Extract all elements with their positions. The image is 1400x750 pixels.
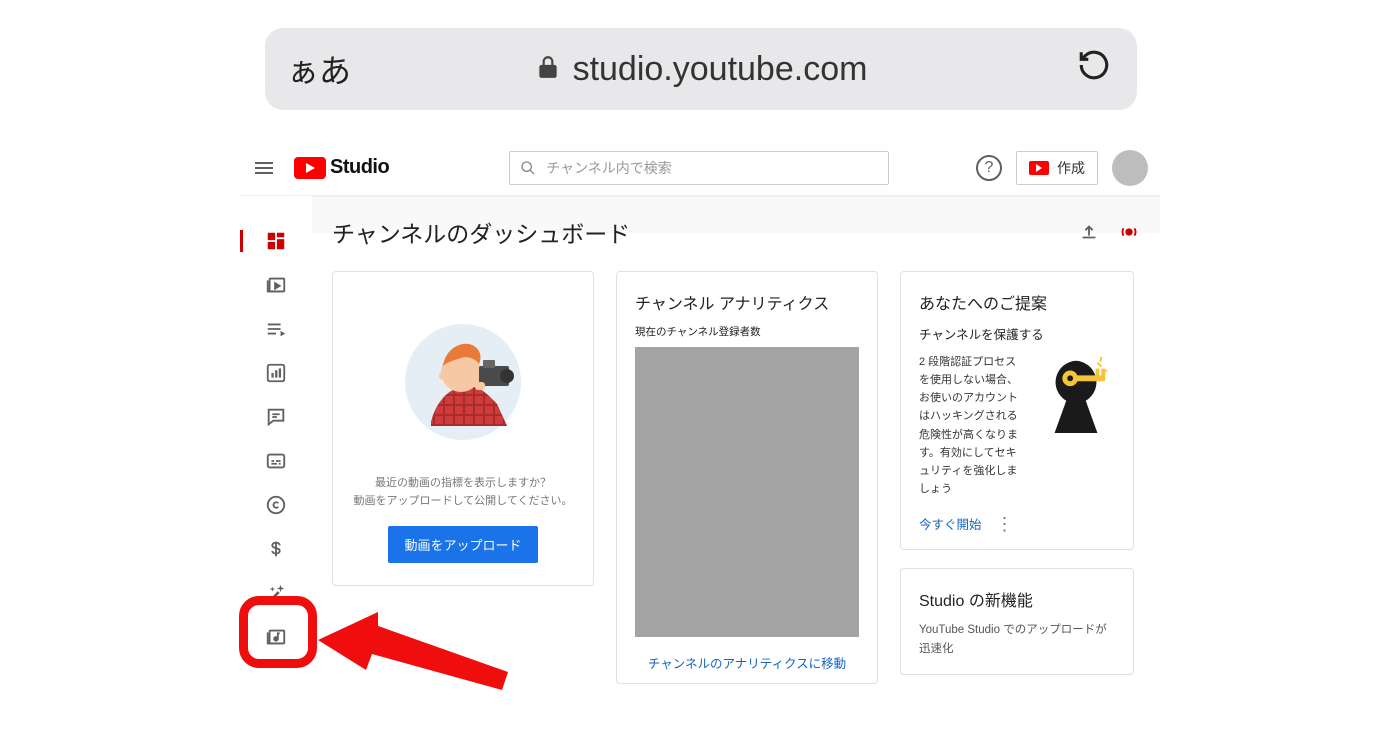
create-button[interactable]: 作成 xyxy=(1016,151,1098,185)
analytics-chart-placeholder xyxy=(635,347,859,637)
studio-brand-text: Studio xyxy=(330,156,389,179)
go-live-icon[interactable] xyxy=(1118,221,1140,243)
avatar[interactable] xyxy=(1112,150,1148,186)
main-content: チャンネルのダッシュボード xyxy=(312,196,1160,233)
upload-video-button[interactable]: 動画をアップロード xyxy=(388,526,537,563)
creator-illustration xyxy=(351,294,575,459)
browser-url: studio.youtube.com xyxy=(573,50,868,89)
tip-start-link[interactable]: 今すぐ開始 xyxy=(919,514,982,533)
more-options-icon[interactable]: ⋮ xyxy=(996,515,1014,533)
tip-description: 2 段階認証プロセスを使用しない場合、お使いのアカウントはハッキングされる危険性… xyxy=(919,353,1027,498)
youtube-icon xyxy=(294,157,326,179)
search-input[interactable]: チャンネル内で検索 xyxy=(509,151,889,185)
audio-library-icon xyxy=(265,626,287,648)
search-icon xyxy=(520,160,536,176)
search-placeholder: チャンネル内で検索 xyxy=(546,158,672,178)
reload-icon[interactable] xyxy=(1077,48,1111,91)
analytics-title: チャンネル アナリティクス xyxy=(635,290,859,314)
hamburger-icon[interactable] xyxy=(252,156,276,180)
lock-icon xyxy=(535,50,561,89)
sidebar-item-subtitles[interactable] xyxy=(240,450,312,472)
copyright-icon xyxy=(265,494,287,516)
magic-wand-icon xyxy=(265,582,287,604)
whats-new-card: Studio の新機能 YouTube Studio でのアップロードが迅速化 xyxy=(900,568,1134,675)
subtitles-icon xyxy=(265,450,287,472)
analytics-subtitle: 現在のチャンネル登録者数 xyxy=(635,324,859,339)
upload-icon[interactable] xyxy=(1078,221,1100,243)
youtube-studio-logo[interactable]: Studio xyxy=(294,156,389,179)
studio-window: Studio チャンネル内で検索 ? 作成 xyxy=(240,140,1160,196)
comments-icon xyxy=(265,406,287,428)
suggestions-card: あなたへのご提案 チャンネルを保護する 2 段階認証プロセスを使用しない場合、お… xyxy=(900,271,1134,550)
reader-mode-button[interactable]: ぁあ xyxy=(287,46,351,92)
sidebar-item-analytics[interactable] xyxy=(240,362,312,384)
content-icon xyxy=(265,274,287,296)
sidebar-item-comments[interactable] xyxy=(240,406,312,428)
analytics-link[interactable]: チャンネルのアナリティクスに移動 xyxy=(648,657,846,671)
dollar-icon xyxy=(265,538,287,560)
analytics-card: チャンネル アナリティクス 現在のチャンネル登録者数 チャンネルのアナリティクス… xyxy=(616,271,878,684)
sidebar-item-audio[interactable] xyxy=(240,626,312,648)
whats-new-description: YouTube Studio でのアップロードが迅速化 xyxy=(919,621,1115,658)
page-title: チャンネルのダッシュボード xyxy=(332,215,630,249)
sidebar xyxy=(240,196,312,208)
tip-subtitle: チャンネルを保護する xyxy=(919,324,1115,343)
dashboard-icon xyxy=(265,230,287,252)
analytics-icon xyxy=(265,362,287,384)
playlist-icon xyxy=(265,318,287,340)
sidebar-item-copyright[interactable] xyxy=(240,494,312,516)
page-header: チャンネルのダッシュボード xyxy=(332,215,1140,249)
sidebar-item-playlists[interactable] xyxy=(240,318,312,340)
browser-address-bar[interactable]: ぁあ studio.youtube.com xyxy=(265,28,1137,110)
upload-description: 最近の動画の指標を表示しますか？ 動画をアップロードして公開してください。 xyxy=(351,475,575,510)
sidebar-item-content[interactable] xyxy=(240,274,312,296)
suggestions-title: あなたへのご提案 xyxy=(919,290,1115,314)
sidebar-item-dashboard[interactable] xyxy=(240,230,312,252)
help-icon[interactable]: ? xyxy=(976,155,1002,181)
create-label: 作成 xyxy=(1057,158,1085,178)
studio-header: Studio チャンネル内で検索 ? 作成 xyxy=(240,140,1160,196)
upload-card: 最近の動画の指標を表示しますか？ 動画をアップロードして公開してください。 動画… xyxy=(332,271,594,586)
sidebar-item-customize[interactable] xyxy=(240,582,312,604)
keyhole-illustration xyxy=(1037,353,1115,443)
sidebar-item-monetization[interactable] xyxy=(240,538,312,560)
whats-new-title: Studio の新機能 xyxy=(919,587,1115,611)
create-camera-icon xyxy=(1029,161,1049,175)
